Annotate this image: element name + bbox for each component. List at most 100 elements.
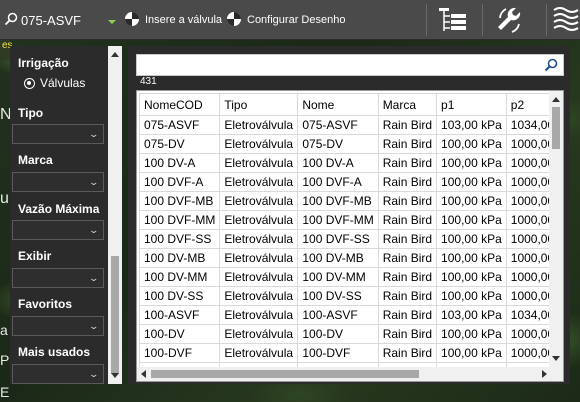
chevron-down-icon: ⌄ (88, 129, 100, 139)
table-cell: Rain Bird (377, 191, 438, 211)
table-cell: 100 DVF-A (138, 172, 221, 192)
table-cell: 100 DV-SS (297, 286, 379, 306)
column-header[interactable]: Nome (297, 93, 379, 116)
results-search-input[interactable] (137, 55, 537, 75)
favorites-select[interactable]: ⌄ (12, 316, 104, 336)
table-cell: Rain Bird (377, 324, 438, 344)
table-row[interactable]: 100 DV-MB Eletroválvula 100 DV-MB Rain Bird… (138, 248, 560, 268)
table-row[interactable]: 100 DVF-A Eletroválvula 100 DVF-A Rain Bird… (138, 172, 560, 192)
wrench-icon[interactable] (492, 4, 526, 36)
scroll-down-icon[interactable] (552, 356, 560, 361)
table-cell: Eletroválvula (219, 191, 299, 211)
table-cell: 100 DVF-SS (297, 229, 379, 249)
most-used-label: Mais usados (18, 345, 91, 359)
scroll-left-icon[interactable] (141, 370, 146, 378)
table-cell: 100,00 kPa (436, 229, 507, 249)
radio-selected-icon (24, 77, 35, 89)
chevron-down-icon: ⌄ (88, 225, 100, 235)
table-cell: 100 DV-MM (297, 267, 379, 287)
table-cell: 100,00 kPa (436, 248, 507, 268)
table-row[interactable]: 100 DVF-SS Eletroválvula 100 DVF-SS Rain Bi… (138, 229, 560, 249)
max-flow-select[interactable]: ⌄ (12, 220, 104, 240)
scroll-down-icon[interactable] (111, 373, 119, 378)
table-cell: Rain Bird (377, 134, 438, 154)
table-row[interactable]: 075-ASVF Eletroválvula 075-ASVF Rain Bird 10… (138, 115, 560, 135)
table-row[interactable]: 100 DV-SS Eletroválvula 100 DV-SS Rain Bird… (138, 286, 560, 306)
table-cell: 100,00 kPa (436, 343, 507, 363)
table-row[interactable]: 100 DVF-MM Eletroválvula 100 DVF-MM Rain Bi… (138, 210, 560, 230)
table-row[interactable]: 100-DVF Eletroválvula 100-DVF Rain Bird 100,… (138, 343, 560, 363)
search-icon[interactable] (544, 58, 558, 75)
table-horizontal-scrollbar[interactable] (137, 367, 563, 381)
scroll-right-icon[interactable] (542, 370, 547, 378)
toolbar-divider (426, 4, 427, 36)
table-cell: 100 DVF-A (297, 172, 379, 192)
brand-select[interactable]: ⌄ (12, 172, 104, 192)
table-row[interactable]: 100 DVF-MB Eletroválvula 100 DVF-MB Rain Bi… (138, 191, 560, 211)
table-cell: 103,00 kPa (436, 305, 507, 325)
table-vertical-scrollbar[interactable] (549, 91, 563, 367)
insert-valve-button[interactable]: Insere a válvula (124, 10, 222, 30)
results-panel: 431 NomeCOD Tipo Nome Marca p1 p2 075-AS… (128, 46, 570, 384)
table-cell: Rain Bird (377, 115, 438, 135)
column-header[interactable]: Marca (377, 93, 438, 116)
scroll-up-icon[interactable] (111, 52, 119, 57)
configure-drawing-icon (226, 11, 242, 30)
table-cell: Eletroválvula (219, 153, 299, 173)
table-cell: 100 DV-MM (138, 267, 221, 287)
table-row[interactable]: 100-ASVF Eletroválvula 100-ASVF Rain Bird 10… (138, 305, 560, 325)
table-cell: 100-DV (297, 324, 379, 344)
table-cell: Eletroválvula (219, 229, 299, 249)
table-cell: 100-DVF (138, 343, 221, 363)
column-header[interactable]: NomeCOD (138, 93, 221, 116)
table-cell: Eletroválvula (219, 343, 299, 363)
table-cell: Eletroválvula (219, 286, 299, 306)
type-select[interactable]: ⌄ (12, 124, 104, 144)
main-toolbar: 075-ASVF Insere a válvula Configurar Des… (0, 0, 580, 40)
table-cell: Rain Bird (377, 172, 438, 192)
table-row[interactable]: 100 DV-A Eletroválvula 100 DV-A Rain Bird 10… (138, 153, 560, 173)
results-search-box (136, 54, 564, 76)
table-cell: Eletroválvula (219, 210, 299, 230)
tree-list-icon[interactable] (436, 4, 470, 36)
toolbar-valve-selector[interactable]: 075-ASVF (4, 8, 116, 32)
table-cell: 100,00 kPa (436, 134, 507, 154)
column-header[interactable]: Tipo (219, 93, 299, 116)
scrollbar-thumb[interactable] (151, 370, 419, 378)
filter-scrollbar[interactable] (108, 46, 122, 384)
column-header[interactable]: p1 (436, 93, 507, 116)
valve-insert-icon (124, 11, 140, 30)
irrigation-heading: Irrigação (18, 56, 69, 70)
table-cell: Rain Bird (377, 210, 438, 230)
show-label: Exibir (18, 249, 52, 263)
scrollbar-thumb[interactable] (552, 107, 560, 149)
max-flow-label: Vazão Máxima (18, 202, 100, 216)
show-select[interactable]: ⌄ (12, 268, 104, 288)
table-cell: 075-DV (138, 134, 221, 154)
table-cell: 100-ASVF (138, 305, 221, 325)
chevron-down-icon: ⌄ (88, 177, 100, 187)
table-cell: 100,00 kPa (436, 153, 507, 173)
valves-radio[interactable]: Válvulas (24, 76, 85, 90)
texture-icon[interactable] (552, 4, 580, 36)
table-cell: 100 DVF-MB (138, 191, 221, 211)
table-row[interactable]: 100-DV Eletroválvula 100-DV Rain Bird 100,00… (138, 324, 560, 344)
background-label: es (0, 40, 13, 60)
table-cell: 100 DV-SS (138, 286, 221, 306)
configure-drawing-button[interactable]: Configurar Desenho (226, 10, 345, 30)
table-cell: 100 DVF-MM (138, 210, 221, 230)
table-cell: 100,00 kPa (436, 210, 507, 230)
type-label: Tipo (18, 106, 44, 120)
table-cell: 100,00 kPa (436, 324, 507, 344)
table-cell: Eletroválvula (219, 305, 299, 325)
table-cell: 100 DV-A (138, 153, 221, 173)
chevron-down-icon[interactable] (108, 20, 116, 24)
table-row[interactable]: 075-DV Eletroválvula 075-DV Rain Bird 100,00… (138, 134, 560, 154)
scrollbar-thumb[interactable] (111, 256, 119, 374)
table-row[interactable]: 100 DV-MM Eletroválvula 100 DV-MM Rain Bird… (138, 267, 560, 287)
table-cell: 100,00 kPa (436, 172, 507, 192)
most-used-select[interactable]: ⌄ (12, 364, 104, 384)
scroll-up-icon[interactable] (552, 97, 560, 102)
valves-table: NomeCOD Tipo Nome Marca p1 p2 075-ASVF El… (136, 90, 564, 382)
table-cell: Rain Bird (377, 286, 438, 306)
